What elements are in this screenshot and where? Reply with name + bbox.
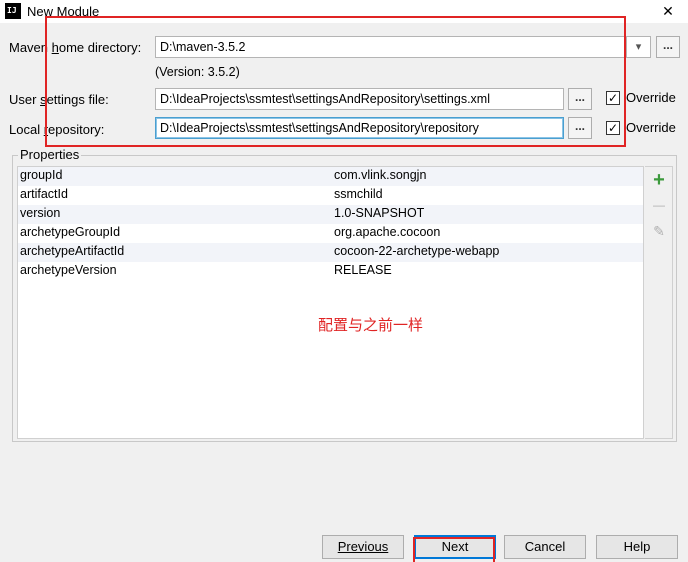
property-key: archetypeArtifactId bbox=[20, 244, 125, 258]
previous-button[interactable]: Previous bbox=[322, 535, 404, 559]
maven-home-browse-button[interactable]: ... bbox=[656, 36, 680, 58]
previous-button-label: Previous bbox=[337, 539, 389, 554]
property-value: cocoon-22-archetype-webapp bbox=[334, 244, 500, 258]
user-settings-override-label: Override bbox=[626, 90, 676, 105]
properties-toolbar: + — ✎ bbox=[645, 166, 673, 439]
properties-group-title: Properties bbox=[18, 147, 82, 162]
annotation-highlight-box bbox=[45, 16, 626, 147]
intellij-app-icon: IJ bbox=[5, 3, 21, 19]
property-key: archetypeGroupId bbox=[20, 225, 121, 239]
property-value: 1.0-SNAPSHOT bbox=[334, 206, 425, 220]
close-button[interactable]: ✕ bbox=[648, 0, 688, 23]
property-key: version bbox=[20, 206, 61, 220]
property-key: artifactId bbox=[20, 187, 68, 201]
table-row[interactable]: version 1.0-SNAPSHOT bbox=[18, 205, 643, 224]
local-repository-override-label: Override bbox=[626, 120, 676, 135]
property-value: org.apache.cocoon bbox=[334, 225, 441, 239]
remove-icon[interactable]: — bbox=[649, 195, 669, 215]
table-row[interactable]: archetypeGroupId org.apache.cocoon bbox=[18, 224, 643, 243]
property-value: RELEASE bbox=[334, 263, 392, 277]
table-row[interactable]: archetypeVersion RELEASE bbox=[18, 262, 643, 281]
cancel-button[interactable]: Cancel bbox=[504, 535, 586, 559]
edit-icon[interactable]: ✎ bbox=[649, 221, 669, 241]
property-value: ssmchild bbox=[334, 187, 383, 201]
next-button[interactable]: Next bbox=[414, 535, 496, 559]
help-button[interactable]: Help bbox=[596, 535, 678, 559]
property-value: com.vlink.songjn bbox=[334, 168, 427, 182]
properties-table[interactable]: groupId com.vlink.songjn artifactId ssmc… bbox=[17, 166, 644, 439]
table-row[interactable]: artifactId ssmchild bbox=[18, 186, 643, 205]
add-icon[interactable]: + bbox=[649, 170, 669, 190]
table-row[interactable]: archetypeArtifactId cocoon-22-archetype-… bbox=[18, 243, 643, 262]
table-row[interactable]: groupId com.vlink.songjn bbox=[18, 167, 643, 186]
property-key: groupId bbox=[20, 168, 63, 182]
property-key: archetypeVersion bbox=[20, 263, 117, 277]
annotation-note: 配置与之前一样 bbox=[318, 316, 424, 334]
chevron-down-icon[interactable]: ▾ bbox=[627, 36, 651, 58]
